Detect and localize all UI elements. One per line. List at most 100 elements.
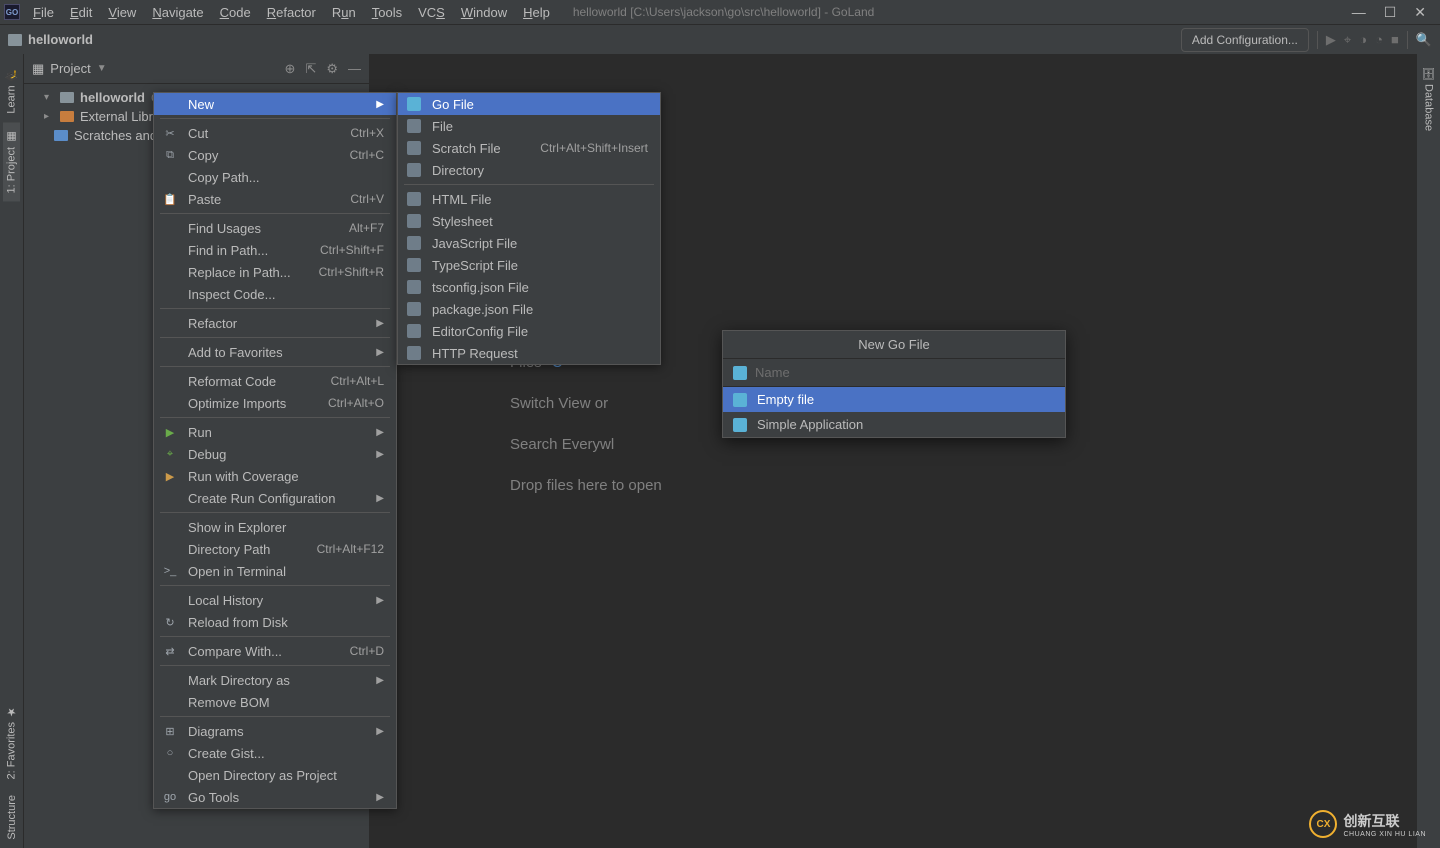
- chevron-down-icon[interactable]: ▾: [44, 92, 54, 103]
- option-empty-file[interactable]: Empty file: [723, 387, 1065, 412]
- ctx-label: Create Run Configuration: [188, 491, 366, 506]
- hide-icon[interactable]: —: [348, 61, 361, 77]
- maximize-icon[interactable]: ☐: [1384, 4, 1397, 21]
- menu-refactor[interactable]: Refactor: [260, 3, 323, 22]
- project-tab[interactable]: 1: Project ▦: [3, 122, 20, 201]
- menu-tools[interactable]: Tools: [365, 3, 409, 22]
- menu-window[interactable]: Window: [454, 3, 514, 22]
- star-icon: ★: [5, 705, 18, 718]
- structure-tab[interactable]: Structure: [4, 787, 20, 848]
- menu-vcs[interactable]: VCS: [411, 3, 452, 22]
- ctx-item-cut[interactable]: ✂CutCtrl+X: [154, 122, 396, 144]
- new-item-file[interactable]: File: [398, 115, 660, 137]
- ctx-item-copy[interactable]: ⧉CopyCtrl+C: [154, 144, 396, 166]
- file-type-icon: [406, 301, 422, 317]
- new-item-typescript-file[interactable]: TypeScript File: [398, 254, 660, 276]
- ctx-item-local-history[interactable]: Local History▶: [154, 589, 396, 611]
- ctx-item-reformat-code[interactable]: Reformat CodeCtrl+Alt+L: [154, 370, 396, 392]
- coverage-icon[interactable]: ◑: [1359, 32, 1367, 47]
- cut-icon: ✂: [162, 125, 178, 141]
- ctx-item-run-with-coverage[interactable]: ▶Run with Coverage: [154, 465, 396, 487]
- ctx-item-add-to-favorites[interactable]: Add to Favorites▶: [154, 341, 396, 363]
- option-simple-application[interactable]: Simple Application: [723, 412, 1065, 437]
- file-type-icon: [406, 345, 422, 361]
- ctx-shortcut: Ctrl+Alt+F12: [317, 542, 384, 556]
- ctx-item-run[interactable]: ▶Run▶: [154, 421, 396, 443]
- ctx-item-paste[interactable]: 📋PasteCtrl+V: [154, 188, 396, 210]
- ctx-item-open-in-terminal[interactable]: >_Open in Terminal: [154, 560, 396, 582]
- ctx-item-compare-with[interactable]: ⇄Compare With...Ctrl+D: [154, 640, 396, 662]
- chevron-down-icon[interactable]: ▼: [97, 63, 107, 74]
- right-gutter: 🗄 Database: [1416, 54, 1440, 848]
- ctx-label: Find Usages: [188, 221, 339, 236]
- chevron-right-icon[interactable]: ▸: [44, 111, 54, 122]
- locate-icon[interactable]: ⊕: [285, 61, 296, 77]
- ctx-item-go-tools[interactable]: goGo Tools▶: [154, 786, 396, 808]
- minimize-icon[interactable]: —: [1352, 4, 1366, 21]
- new-submenu: Go FileFileScratch FileCtrl+Alt+Shift+In…: [397, 92, 661, 365]
- blank-icon: [162, 344, 178, 360]
- new-item-tsconfig-json-file[interactable]: tsconfig.json File: [398, 276, 660, 298]
- debug-icon[interactable]: ⌖: [1344, 32, 1351, 48]
- new-item-scratch-file[interactable]: Scratch FileCtrl+Alt+Shift+Insert: [398, 137, 660, 159]
- menu-help[interactable]: Help: [516, 3, 557, 22]
- ctx-label: Mark Directory as: [188, 673, 366, 688]
- ctx-item-debug[interactable]: ⌖Debug▶: [154, 443, 396, 465]
- ctx-item-remove-bom[interactable]: Remove BOM: [154, 691, 396, 713]
- ctx-item-copy-path[interactable]: Copy Path...: [154, 166, 396, 188]
- submenu-arrow-icon: ▶: [376, 449, 384, 460]
- search-icon[interactable]: 🔍: [1416, 32, 1432, 48]
- new-item-javascript-file[interactable]: JavaScript File: [398, 232, 660, 254]
- gear-icon[interactable]: ⚙: [326, 61, 338, 77]
- learn-tab[interactable]: Learn 🎓: [3, 60, 20, 122]
- ctx-item-optimize-imports[interactable]: Optimize ImportsCtrl+Alt+O: [154, 392, 396, 414]
- submenu-arrow-icon: ▶: [376, 427, 384, 438]
- ctx-item-directory-path[interactable]: Directory Path Ctrl+Alt+F12: [154, 538, 396, 560]
- separator: [160, 716, 390, 717]
- ctx-label: Copy Path...: [188, 170, 384, 185]
- collapse-icon[interactable]: ⇱: [305, 61, 316, 77]
- ctx-item-open-directory-as-project[interactable]: Open Directory as Project: [154, 764, 396, 786]
- menu-run[interactable]: Run: [325, 3, 363, 22]
- menu-file[interactable]: File: [26, 3, 61, 22]
- ctx-item-create-gist[interactable]: ○Create Gist...: [154, 742, 396, 764]
- ctx-item-new[interactable]: New▶: [154, 93, 396, 115]
- ctx-item-mark-directory-as[interactable]: Mark Directory as▶: [154, 669, 396, 691]
- ctx-item-show-in-explorer[interactable]: Show in Explorer: [154, 516, 396, 538]
- new-item-directory[interactable]: Directory: [398, 159, 660, 181]
- add-configuration-button[interactable]: Add Configuration...: [1181, 28, 1309, 52]
- submenu-arrow-icon: ▶: [376, 347, 384, 358]
- panel-title[interactable]: Project: [50, 61, 90, 76]
- new-item-html-file[interactable]: HTML File: [398, 188, 660, 210]
- new-item-stylesheet[interactable]: Stylesheet: [398, 210, 660, 232]
- reload-from-disk-icon: ↻: [162, 614, 178, 630]
- ctx-item-inspect-code[interactable]: Inspect Code...: [154, 283, 396, 305]
- name-input[interactable]: [755, 365, 1055, 380]
- ctx-label: Run with Coverage: [188, 469, 384, 484]
- panel-icon: ▦: [32, 61, 44, 77]
- ctx-item-refactor[interactable]: Refactor▶: [154, 312, 396, 334]
- breadcrumb-project[interactable]: helloworld: [28, 32, 93, 47]
- menu-code[interactable]: Code: [213, 3, 258, 22]
- ctx-item-find-usages[interactable]: Find UsagesAlt+F7: [154, 217, 396, 239]
- favorites-tab[interactable]: 2: Favorites ★: [3, 697, 20, 787]
- ctx-item-replace-in-path[interactable]: Replace in Path...Ctrl+Shift+R: [154, 261, 396, 283]
- ctx-item-create-run-configuration[interactable]: Create Run Configuration▶: [154, 487, 396, 509]
- profile-icon[interactable]: ◔: [1375, 32, 1383, 47]
- new-item-label: TypeScript File: [432, 258, 648, 273]
- ctx-item-reload-from-disk[interactable]: ↻Reload from Disk: [154, 611, 396, 633]
- new-item-package-json-file[interactable]: package.json File: [398, 298, 660, 320]
- run-icon[interactable]: ▶: [1326, 32, 1336, 48]
- ctx-item-diagrams[interactable]: ⊞Diagrams▶: [154, 720, 396, 742]
- menu-navigate[interactable]: Navigate: [145, 3, 210, 22]
- menu-view[interactable]: View: [101, 3, 143, 22]
- new-item-editorconfig-file[interactable]: EditorConfig File: [398, 320, 660, 342]
- ctx-label: Directory Path: [188, 542, 307, 557]
- close-icon[interactable]: ✕: [1414, 4, 1426, 21]
- new-item-go-file[interactable]: Go File: [398, 93, 660, 115]
- new-item-http-request[interactable]: HTTP Request: [398, 342, 660, 364]
- ctx-item-find-in-path[interactable]: Find in Path...Ctrl+Shift+F: [154, 239, 396, 261]
- menu-edit[interactable]: Edit: [63, 3, 99, 22]
- database-tab[interactable]: 🗄 Database: [1420, 60, 1437, 137]
- stop-icon[interactable]: ■: [1391, 32, 1399, 47]
